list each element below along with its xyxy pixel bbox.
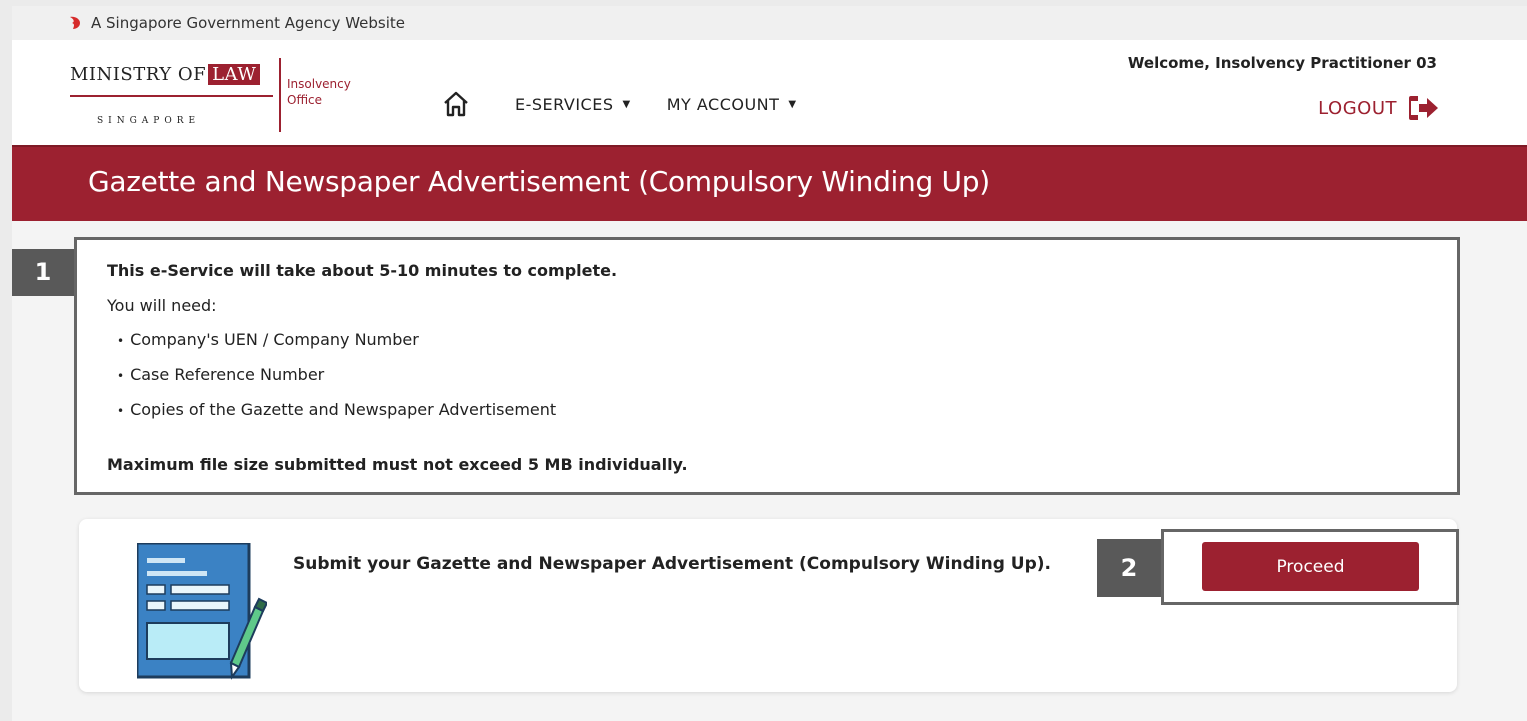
logo-office-text: Insolvency Office [287,77,351,107]
proceed-highlight: Proceed [1161,529,1459,605]
nav-e-services[interactable]: E-SERVICES ▼ [515,95,631,114]
sign-out-icon [1409,96,1438,120]
site-header: MINISTRY OF LAW SINGAPORE Insolvency Offi… [12,40,1527,145]
page-title-bar: Gazette and Newspaper Advertisement (Com… [12,145,1527,221]
home-icon[interactable] [442,90,470,118]
logo-divider [279,58,281,132]
submit-description: Submit your Gazette and Newspaper Advert… [293,554,1052,574]
info-duration-text: This e-Service will take about 5-10 minu… [107,261,618,280]
logout-link[interactable]: LOGOUT [1318,96,1439,120]
page-title: Gazette and Newspaper Advertisement (Com… [88,165,990,198]
ministry-of-law-logo[interactable]: MINISTRY OF LAW SINGAPORE Insolvency Offi… [67,56,367,136]
info-need-label: You will need: [107,296,217,315]
proceed-button[interactable]: Proceed [1202,542,1419,591]
list-item: Company's UEN / Company Number [117,330,556,365]
list-item: Copies of the Gazette and Newspaper Adve… [117,400,556,435]
welcome-text: Welcome, Insolvency Practitioner 03 [1127,54,1437,72]
requirements-list: Company's UEN / Company Number Case Refe… [117,330,556,435]
logo-ministry-text: MINISTRY OF LAW [70,64,261,85]
gov-masthead: A Singapore Government Agency Website [12,6,1527,40]
info-box: This e-Service will take about 5-10 minu… [74,237,1460,495]
step-badge-1: 1 [12,249,74,296]
page-frame: A Singapore Government Agency Website MI… [12,6,1527,721]
chevron-down-icon: ▼ [622,98,631,110]
logo-singapore-text: SINGAPORE [97,116,201,126]
logout-label: LOGOUT [1318,97,1397,119]
list-item: Case Reference Number [117,365,556,400]
chevron-down-icon: ▼ [788,98,797,110]
max-file-size-note: Maximum file size submitted must not exc… [107,455,688,474]
step-badge-2: 2 [1097,539,1161,597]
masthead-text: A Singapore Government Agency Website [91,14,405,32]
main-nav: E-SERVICES ▼ MY ACCOUNT ▼ [442,90,833,118]
logo-underline [70,95,273,97]
logo-law-text: LAW [208,64,261,85]
nav-my-account[interactable]: MY ACCOUNT ▼ [667,95,797,114]
lion-head-icon [70,16,80,29]
document-pen-icon [137,543,267,680]
